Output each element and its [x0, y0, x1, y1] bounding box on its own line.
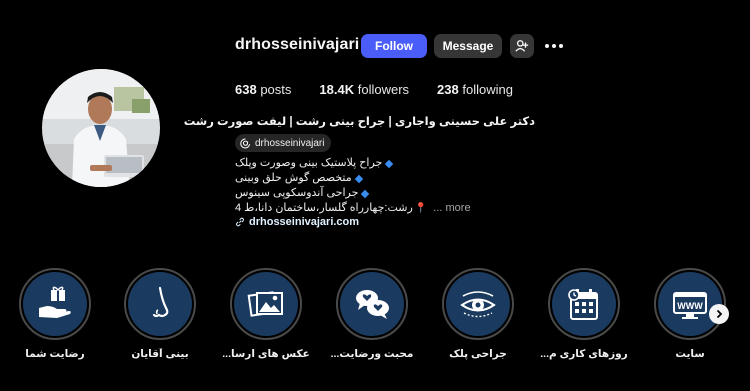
highlight-cover — [23, 272, 87, 336]
bio-text: جراح پلاستیک بینی وصورت وپلک — [235, 157, 383, 169]
highlight-label: عکس های ارسا... — [222, 348, 310, 360]
highlight-label: محبت ورضایت... — [330, 348, 414, 360]
stat-followers-value: 18.4K — [319, 82, 355, 97]
highlight-cover: WWW — [658, 272, 722, 336]
threads-link[interactable]: drhosseinivajari — [235, 134, 332, 152]
more-options-icon[interactable] — [544, 34, 564, 58]
highlight-ring — [230, 268, 302, 340]
highlight-item[interactable]: رضایت شما — [15, 268, 95, 360]
website-url: drhosseinivajari.com — [249, 216, 360, 228]
stat-followers[interactable]: 18.4K followers — [319, 82, 409, 97]
link-icon — [236, 217, 244, 227]
blue-diamond-icon — [354, 174, 363, 183]
website-link[interactable]: drhosseinivajari.com — [235, 216, 359, 228]
profile-stats: 638 posts 18.4K followers 238 following — [235, 82, 541, 97]
highlight-cover — [340, 272, 404, 336]
threads-icon — [240, 138, 251, 148]
highlight-ring — [548, 268, 620, 340]
highlight-label: روزهای کاری م... — [540, 348, 628, 360]
profile-avatar[interactable] — [42, 69, 160, 187]
blue-diamond-icon — [385, 159, 394, 168]
bio-text: رشت:چهارراه گلسار،ساختمان دانا،ط 4 — [235, 202, 413, 214]
highlight-label: جراحی پلک — [449, 348, 507, 360]
highlight-label: بینی آقایان — [131, 348, 189, 360]
highlight-ring — [124, 268, 196, 340]
highlight-item[interactable]: محبت ورضایت... — [330, 268, 414, 360]
stat-following-label: following — [462, 82, 513, 97]
photos-icon — [247, 291, 283, 317]
highlight-cover — [234, 272, 298, 336]
www-icon: WWW — [673, 292, 707, 319]
threads-handle: drhosseinivajari — [255, 137, 325, 149]
highlight-ring — [336, 268, 408, 340]
highlight-ring — [442, 268, 514, 340]
eye-icon — [460, 291, 496, 318]
nose-icon — [152, 286, 169, 318]
svg-text:WWW: WWW — [677, 301, 703, 311]
profile-bio: جراح پلاستیک بینی وصورت وپلک متخصص گوش ح… — [235, 156, 471, 216]
chat-hearts-icon — [356, 290, 389, 319]
bio-line: جراحی آندوسکوپی سینوس — [235, 186, 471, 201]
stat-posts-value: 638 — [235, 82, 257, 97]
highlight-label: سایت — [675, 348, 705, 360]
stat-posts-label: posts — [260, 82, 292, 97]
profile-full-name: دکتر علی حسینی واجاری | جراح بینی رشت | … — [183, 116, 535, 128]
highlight-item[interactable]: جراحی پلک — [438, 268, 518, 360]
chevron-right-icon — [716, 309, 723, 319]
blue-diamond-icon — [361, 189, 370, 198]
highlight-item[interactable]: بینی آقایان — [120, 268, 200, 360]
highlights-next-button[interactable] — [709, 304, 729, 324]
highlight-label: رضایت شما — [25, 348, 85, 360]
location-pin-icon: 📍 — [414, 203, 428, 214]
stat-followers-label: followers — [357, 82, 410, 97]
highlight-cover — [128, 272, 192, 336]
highlight-item[interactable]: عکس های ارسا... — [222, 268, 310, 360]
bio-line: متخصص گوش حلق وبینی — [235, 171, 471, 186]
highlight-cover — [446, 272, 510, 336]
follow-button[interactable]: Follow — [361, 34, 427, 58]
profile-photo — [42, 69, 160, 187]
profile-username: drhosseinivajari — [235, 36, 360, 53]
calendar-icon — [568, 289, 598, 320]
add-user-icon — [515, 40, 529, 52]
highlight-ring — [19, 268, 91, 340]
message-button[interactable]: Message — [434, 34, 502, 58]
bio-text: جراحی آندوسکوپی سینوس — [235, 187, 359, 199]
highlight-cover — [552, 272, 616, 336]
suggest-accounts-button[interactable] — [510, 34, 534, 58]
bio-line: جراح پلاستیک بینی وصورت وپلک — [235, 156, 471, 171]
gift-hand-icon — [39, 286, 71, 318]
story-highlights: رضایت شما بینی آقایان عکس های ارسا... مح… — [0, 268, 750, 368]
highlight-item[interactable]: روزهای کاری م... — [540, 268, 628, 360]
bio-line: رشت:چهارراه گلسار،ساختمان دانا،ط 4 📍 ... m… — [235, 201, 471, 216]
more-link[interactable]: ... more — [433, 201, 470, 216]
bio-text: متخصص گوش حلق وبینی — [235, 172, 352, 184]
stat-posts[interactable]: 638 posts — [235, 82, 291, 97]
stat-following-value: 238 — [437, 82, 459, 97]
stat-following[interactable]: 238 following — [437, 82, 513, 97]
profile-page: drhosseinivajari Follow Message 638 post… — [0, 0, 750, 391]
